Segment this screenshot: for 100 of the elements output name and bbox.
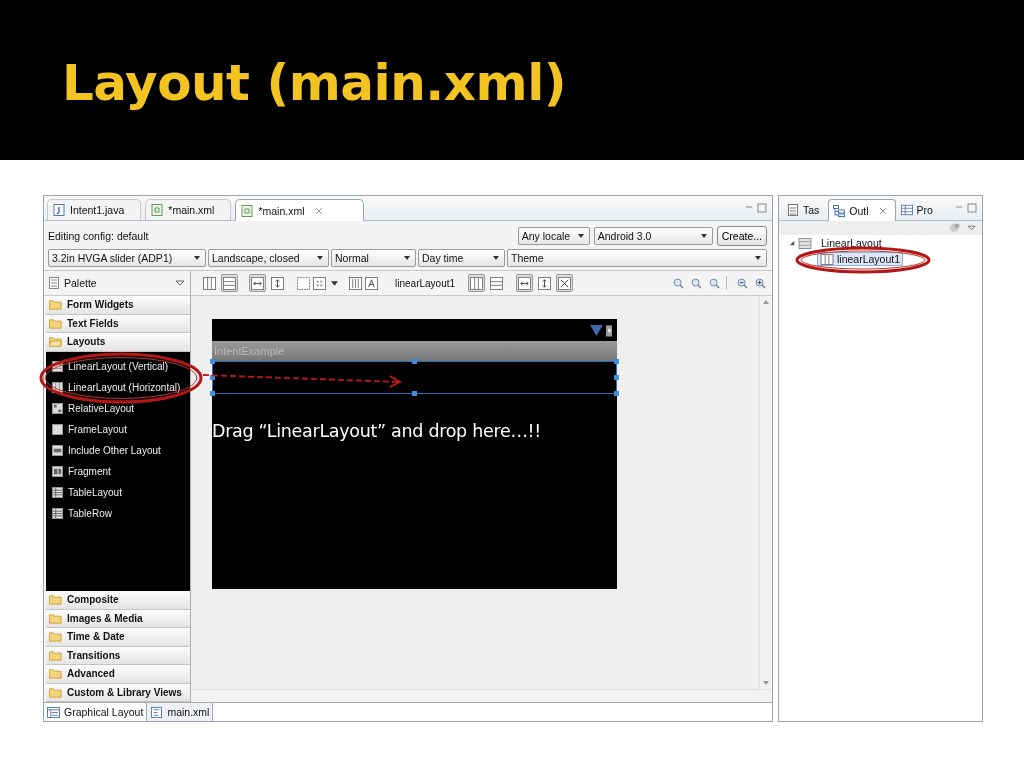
view-tab[interactable]: Pro [895, 199, 942, 220]
caret-icon [317, 256, 323, 260]
fill-both-icon [558, 276, 572, 290]
relative-layout-icon [52, 402, 63, 414]
view-tab[interactable]: Tas [782, 199, 829, 220]
folder-icon [49, 612, 62, 624]
fragment-layout-icon [52, 465, 63, 477]
editor-mode-tab[interactable]: Graphical Layout [44, 703, 148, 721]
caret-icon [194, 256, 200, 260]
folder-icon [49, 299, 62, 311]
tree-item[interactable]: linearLayout1 [817, 252, 904, 266]
palette-item[interactable]: RelativeLayout [46, 397, 190, 419]
create-button[interactable]: Create... [716, 226, 767, 246]
scroll-down-icon[interactable] [763, 681, 769, 685]
list-icon [49, 277, 59, 289]
palette-category[interactable]: Time & Date [46, 628, 190, 647]
palette-category[interactable]: Composite [46, 591, 190, 610]
include-layout-icon [52, 444, 63, 456]
weights-icon[interactable] [349, 276, 362, 290]
target-dropdown[interactable]: Android 3.0 [593, 227, 713, 245]
palette-category[interactable]: Form Widgets [46, 296, 190, 315]
slide-title: Layout (main.xml) [62, 56, 568, 111]
rows-icon [490, 276, 504, 290]
close-icon[interactable] [315, 206, 324, 215]
layout-toggle-button[interactable] [221, 274, 238, 292]
outline-icon [833, 204, 846, 217]
config-dropdown[interactable]: Theme [507, 249, 767, 267]
config-dropdown[interactable]: Normal [331, 249, 416, 267]
layout-toggle-button[interactable] [516, 274, 534, 292]
palette-title: Palette [64, 277, 97, 289]
layout-toggle-button[interactable] [536, 274, 554, 292]
view-tab[interactable]: Outl [828, 199, 896, 221]
expanded-icon[interactable] [789, 240, 795, 246]
palette-category[interactable]: Layouts [46, 333, 190, 352]
columns-layout-icon [52, 381, 63, 393]
zoom-icon[interactable] [691, 277, 702, 289]
palette-item[interactable]: FrameLayout [46, 418, 190, 440]
fill-width-icon [518, 276, 532, 290]
layout-toggle-button[interactable] [468, 274, 486, 292]
table-icon [900, 204, 913, 216]
zoom-out-icon[interactable] [737, 277, 748, 289]
folder-icon [49, 668, 62, 680]
clipboard-icon [787, 204, 799, 216]
caret-icon [404, 256, 410, 260]
editor-tab[interactable]: *main.xml [235, 199, 365, 221]
java-file-icon [53, 204, 65, 216]
rows-icon [223, 276, 236, 290]
caret-icon [577, 234, 584, 238]
gravity-icon[interactable] [313, 276, 326, 290]
close-icon[interactable] [878, 206, 887, 215]
palette-category[interactable]: Advanced [46, 665, 190, 684]
layout-toggle-button[interactable] [249, 274, 266, 292]
zoom-icon[interactable] [673, 277, 684, 289]
palette-item[interactable]: Fragment [46, 460, 190, 482]
locale-dropdown[interactable]: Any locale [517, 227, 590, 245]
open-folder-icon [49, 336, 62, 348]
baseline-icon[interactable] [365, 276, 378, 290]
palette-item[interactable]: Include Other Layout [46, 439, 190, 461]
layout-toggle-button[interactable] [269, 274, 286, 292]
layout-toggle-button[interactable] [556, 274, 574, 292]
table-layout-icon [52, 507, 63, 519]
config-dropdown[interactable]: 3.2in HVGA slider (ADP1) [48, 249, 206, 267]
zoom-icon[interactable] [709, 277, 720, 289]
dropdown-icon[interactable] [175, 280, 185, 286]
caret-icon [700, 234, 707, 238]
selection-label: linearLayout1 [395, 277, 456, 289]
folder-icon [49, 631, 62, 643]
palette-item[interactable]: TableRow [46, 502, 190, 524]
folder-icon [49, 686, 62, 698]
layout-icon [47, 706, 60, 718]
editor-tab[interactable]: *main.xml [145, 199, 232, 220]
palette-item[interactable]: LinearLayout (Horizontal) [46, 376, 190, 398]
document-icon [150, 706, 164, 718]
folder-icon [49, 594, 62, 606]
config-dropdown[interactable]: Landscape, closed [208, 249, 329, 267]
selected-layout[interactable] [212, 361, 617, 394]
signal-icon [590, 324, 603, 336]
palette-item[interactable]: LinearLayout (Vertical) [46, 355, 190, 377]
editor-tab[interactable]: Intent1.java [47, 199, 142, 220]
tree-item[interactable]: LinearLayout [818, 236, 885, 250]
caret-icon[interactable] [331, 280, 338, 286]
table-layout-icon [52, 486, 63, 498]
battery-icon [606, 323, 612, 337]
columns-icon [470, 276, 484, 290]
margins-icon[interactable] [297, 276, 310, 290]
vertical-scrollbar[interactable] [759, 296, 772, 689]
palette-item[interactable]: TableLayout [46, 481, 190, 503]
rows-layout-icon [52, 360, 63, 372]
layout-toggle-button[interactable] [488, 274, 506, 292]
scroll-up-icon[interactable] [763, 300, 769, 304]
fill-height-icon [538, 276, 552, 290]
config-dropdown[interactable]: Day time [418, 249, 505, 267]
caret-icon [493, 256, 499, 260]
view-menu-icon[interactable] [967, 225, 976, 231]
editor-mode-tab[interactable]: main.xml [147, 703, 214, 721]
frame-layout-icon [52, 423, 63, 435]
layout-toggle-button[interactable] [201, 274, 218, 292]
config-label: Editing config: default [48, 230, 149, 242]
caret-icon [755, 256, 761, 260]
zoom-in-icon[interactable] [755, 277, 766, 289]
